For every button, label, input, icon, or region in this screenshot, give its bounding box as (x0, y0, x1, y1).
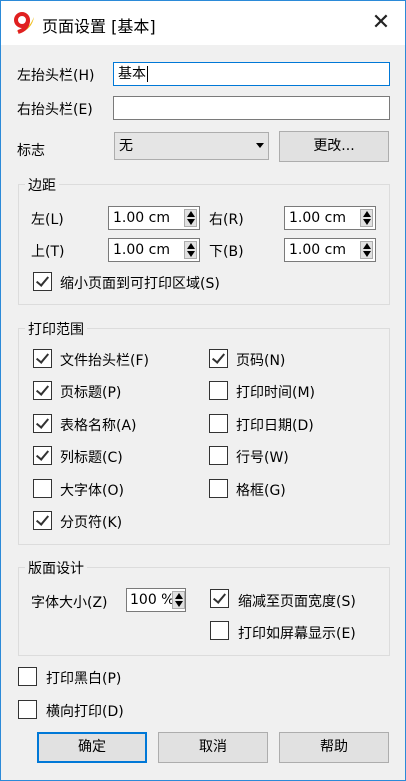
margin-left-label: 左(L) (31, 212, 64, 228)
print-range-label: 表格名称(A) (60, 417, 137, 434)
print-range-label: 页码(N) (236, 353, 286, 369)
right-header-label: 右抬头栏(E) (17, 102, 93, 118)
print-bw-label: 打印黑白(P) (46, 671, 122, 687)
print-range-checkbox[interactable] (33, 349, 52, 368)
print-range-title: 打印范围 (25, 319, 87, 339)
dialog-title: 页面设置 [基本] (42, 17, 156, 36)
margin-bottom-spinner[interactable]: 1.00 cm (284, 238, 376, 262)
close-icon[interactable]: ✕ (361, 9, 401, 39)
font-size-label: 字体大小(Z) (31, 595, 108, 611)
font-size-value: 100 % (130, 592, 175, 608)
print-range-checkbox[interactable] (209, 381, 228, 401)
margin-right-value: 1.00 cm (289, 210, 346, 226)
margin-left-value: 1.00 cm (113, 210, 170, 226)
print-range-checkbox[interactable] (209, 446, 228, 466)
logo-select[interactable]: 无 (114, 132, 269, 160)
layout-title: 版面设计 (25, 558, 87, 578)
landscape-checkbox[interactable] (18, 700, 37, 719)
print-range-checkbox[interactable] (33, 478, 52, 498)
spin-arrows-icon[interactable] (360, 241, 373, 259)
print-range-label: 文件抬头栏(F) (60, 353, 149, 369)
help-button[interactable]: 帮助 (279, 732, 389, 763)
logo-label: 标志 (17, 143, 45, 159)
landscape-label: 横向打印(D) (46, 704, 124, 720)
print-range-label: 格框(G) (236, 482, 286, 499)
margin-right-label: 右(R) (209, 212, 244, 228)
font-size-spinner[interactable]: 100 % (126, 588, 186, 612)
margins-title: 边距 (25, 175, 59, 195)
fit-width-label: 缩减至页面宽度(S) (238, 594, 356, 610)
print-range-checkbox[interactable] (209, 413, 228, 433)
print-range-checkbox[interactable] (33, 511, 52, 530)
spin-arrows-icon[interactable] (172, 591, 185, 609)
shrink-to-printable-checkbox[interactable] (33, 272, 52, 291)
print-range-checkbox[interactable] (209, 349, 228, 368)
ok-button[interactable]: 确定 (37, 732, 147, 763)
print-range-checkbox[interactable] (33, 413, 52, 433)
spin-arrows-icon[interactable] (184, 209, 197, 227)
margin-right-spinner[interactable]: 1.00 cm (284, 206, 376, 230)
left-header-input[interactable]: 基本 (113, 62, 390, 86)
print-range-label: 页标题(P) (60, 385, 122, 402)
cancel-button[interactable]: 取消 (158, 732, 268, 763)
print-range-label: 打印日期(D) (236, 417, 314, 434)
print-range-label: 列标题(C) (60, 450, 123, 467)
print-range-label: 分页符(K) (60, 515, 123, 531)
spin-arrows-icon[interactable] (360, 209, 373, 227)
print-range-label: 行号(W) (236, 450, 289, 467)
right-header-input[interactable] (113, 96, 390, 120)
spin-arrows-icon[interactable] (184, 241, 197, 259)
print-range-checkbox[interactable] (209, 478, 228, 498)
page-setup-dialog: 页面设置 [基本] ✕ 左抬头栏(H) 基本 右抬头栏(E) 标志 无 更改..… (0, 0, 406, 781)
fit-width-checkbox[interactable] (210, 589, 229, 608)
print-as-screen-label: 打印如屏幕显示(E) (238, 626, 356, 642)
print-range-label: 大字体(O) (60, 482, 124, 499)
shrink-to-printable-label: 缩小页面到可打印区域(S) (60, 276, 220, 292)
print-range-label: 打印时间(M) (236, 385, 316, 402)
title-bar: 页面设置 [基本] ✕ (1, 1, 405, 45)
margin-bottom-label: 下(B) (209, 244, 244, 260)
print-bw-checkbox[interactable] (18, 667, 37, 686)
margin-left-spinner[interactable]: 1.00 cm (108, 206, 200, 230)
print-range-checkbox[interactable] (33, 381, 52, 401)
left-header-label: 左抬头栏(H) (17, 68, 95, 84)
margin-top-value: 1.00 cm (113, 242, 170, 258)
chevron-down-icon (256, 143, 264, 148)
change-logo-button[interactable]: 更改... (279, 131, 389, 162)
margin-top-label: 上(T) (31, 244, 65, 260)
print-range-checkbox[interactable] (33, 446, 52, 466)
left-header-value: 基本 (118, 66, 146, 82)
print-as-screen-checkbox[interactable] (210, 621, 229, 640)
margin-bottom-value: 1.00 cm (289, 242, 346, 258)
app-logo-icon (14, 12, 34, 34)
margin-top-spinner[interactable]: 1.00 cm (108, 238, 200, 262)
logo-select-value: 无 (119, 138, 133, 154)
